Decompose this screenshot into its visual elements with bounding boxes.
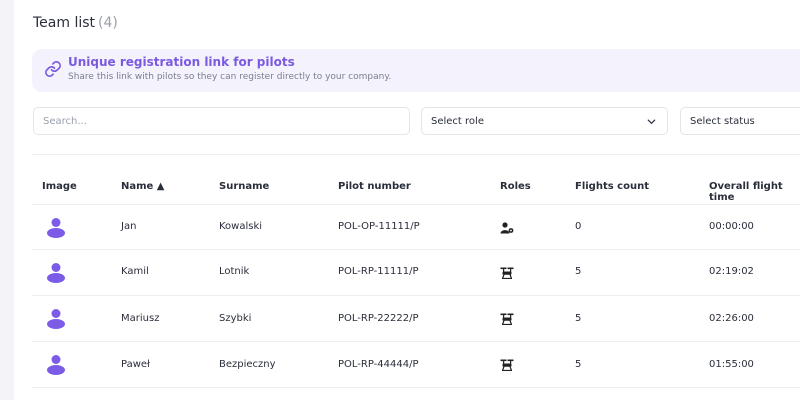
banner-title: Unique registration link for pilots <box>68 55 295 69</box>
cell-surname: Bezpieczny <box>219 359 276 370</box>
banner-subtitle: Share this link with pilots so they can … <box>68 72 392 82</box>
left-sidebar-edge <box>0 0 14 400</box>
cell-name: Paweł <box>121 359 150 370</box>
drone-pilot-role-icon <box>500 267 514 279</box>
row-divider <box>32 341 800 342</box>
cell-pilot-number: POL-OP-11111/P <box>338 221 420 232</box>
column-header-roles: Roles <box>500 181 531 192</box>
page-title-text: Team list <box>33 15 96 31</box>
cell-surname: Szybki <box>219 313 252 324</box>
column-header-flight-time[interactable]: Overall flight time <box>709 181 800 203</box>
cell-name: Kamil <box>121 266 149 277</box>
header-divider <box>32 204 800 205</box>
operator-role-icon <box>500 222 514 234</box>
cell-name: Mariusz <box>121 313 160 324</box>
column-header-flights-count[interactable]: Flights count <box>575 181 649 192</box>
cell-pilot-number: POL-RP-11111/P <box>338 266 419 277</box>
drone-pilot-role-icon <box>500 313 514 325</box>
registration-link-banner[interactable]: Unique registration link for pilots Shar… <box>32 49 800 92</box>
cell-flights-count: 5 <box>575 313 582 324</box>
user-avatar-icon <box>47 218 65 238</box>
row-divider <box>32 249 800 250</box>
row-divider <box>32 295 800 296</box>
cell-flights-count: 0 <box>575 221 582 232</box>
row-divider <box>32 387 800 388</box>
cell-flight-time: 00:00:00 <box>709 221 754 232</box>
status-select[interactable]: Select status <box>680 107 800 135</box>
cell-pilot-number: POL-RP-22222/P <box>338 313 419 324</box>
search-input[interactable]: Search... <box>33 107 410 135</box>
column-header-image: Image <box>42 181 77 192</box>
user-avatar-icon <box>47 309 65 329</box>
cell-flight-time: 02:19:02 <box>709 266 754 277</box>
role-select-label: Select role <box>431 116 484 127</box>
cell-flights-count: 5 <box>575 359 582 370</box>
status-select-label: Select status <box>690 116 755 127</box>
cell-surname: Kowalski <box>219 221 263 232</box>
user-avatar-icon <box>47 355 65 375</box>
cell-flight-time: 02:26:00 <box>709 313 754 324</box>
column-header-name[interactable]: Name ▲ <box>121 181 165 192</box>
column-header-surname[interactable]: Surname <box>219 181 269 192</box>
link-icon <box>45 61 61 77</box>
drone-pilot-role-icon <box>500 359 514 371</box>
page-title: Team list (4) <box>33 15 118 31</box>
role-select[interactable]: Select role <box>421 107 668 135</box>
team-count: (4) <box>98 15 118 31</box>
cell-name: Jan <box>121 221 137 232</box>
filters-divider <box>32 154 800 155</box>
user-avatar-icon <box>47 263 65 283</box>
cell-pilot-number: POL-RP-44444/P <box>338 359 419 370</box>
column-header-pilot-number[interactable]: Pilot number <box>338 181 411 192</box>
cell-flight-time: 01:55:00 <box>709 359 754 370</box>
cell-surname: Lotnik <box>219 266 250 277</box>
chevron-down-icon <box>647 119 656 125</box>
cell-flights-count: 5 <box>575 266 582 277</box>
